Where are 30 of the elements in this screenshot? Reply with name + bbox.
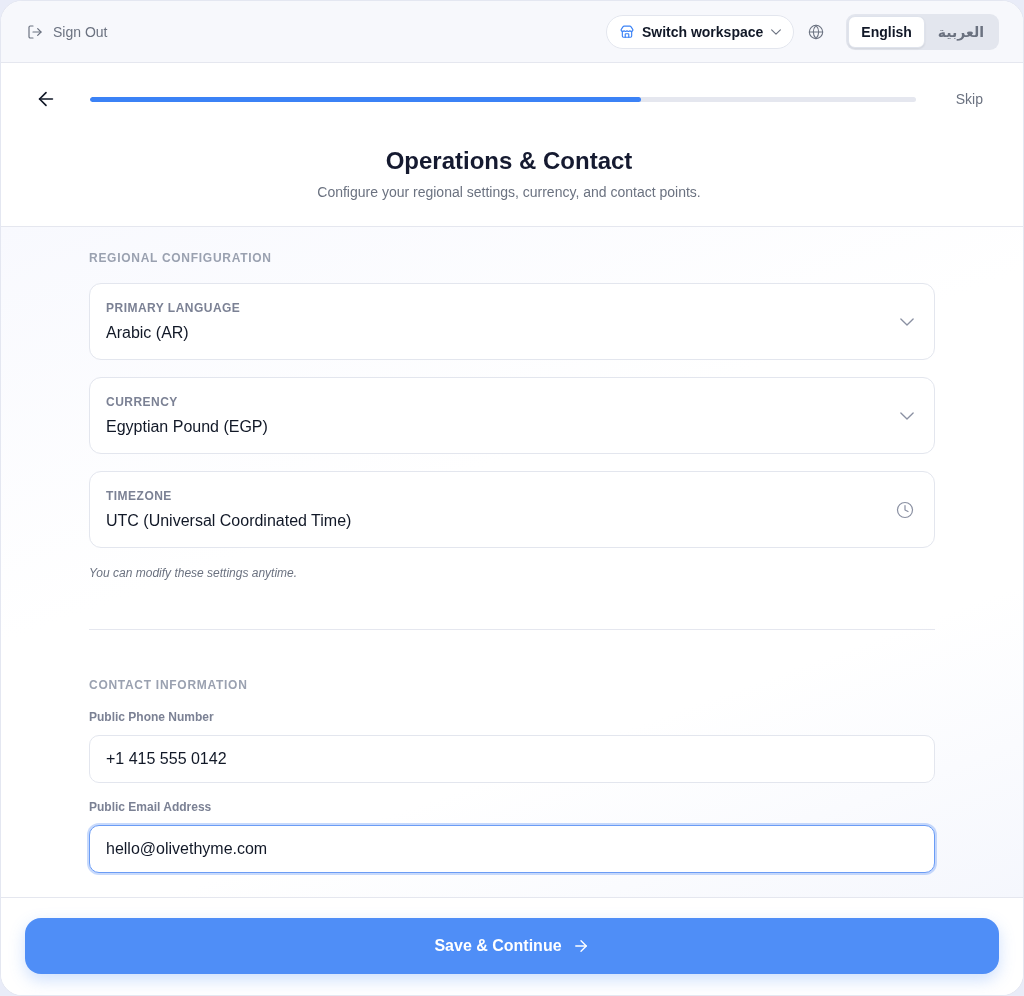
language-option[interactable]: العربية [924,15,997,48]
field-label: CURRENCY [106,394,178,409]
page-title: Operations & Contact [385,146,633,176]
language-option[interactable]: English [848,15,925,48]
input-field[interactable]: hello@olivethyme.com [89,825,935,873]
sign-out-button[interactable]: Sign Out [27,23,108,40]
input-field[interactable]: +1 415 555 0142 [89,735,935,783]
chevron-down-icon [900,317,914,326]
timezone-field[interactable]: TIMEZONE UTC (Universal Coordinated Time) [89,471,935,548]
select-field[interactable]: CURRENCY Egyptian Pound (EGP) [89,377,935,454]
section-heading: REGIONAL CONFIGURATION [89,250,272,266]
select-field[interactable]: PRIMARY LANGUAGE Arabic (AR) [89,283,935,360]
chevron-down-icon [771,28,782,35]
page-subtitle: Configure your regional settings, currency, and contact points. [317,183,701,202]
clock-icon [896,500,914,519]
store-icon [619,24,634,39]
field-label: TIMEZONE [106,488,172,503]
chevron-down-icon [900,411,914,420]
globe-icon[interactable] [808,23,825,40]
field-label: Public Email Address [89,799,212,815]
skip-link[interactable]: Skip [955,91,983,107]
field-label: PRIMARY LANGUAGE [106,300,241,315]
switch-workspace-button[interactable]: Switch workspace [605,14,795,49]
section-heading: CONTACT INFORMATION [89,677,248,693]
field-value: Egyptian Pound (EGP) [106,416,268,437]
settings-note: You can modify these settings anytime. [89,565,298,581]
field-label: Public Phone Number [89,709,214,725]
field-value: Arabic (AR) [106,322,189,343]
sign-out-icon [27,23,43,40]
field-value: UTC (Universal Coordinated Time) [106,510,352,531]
